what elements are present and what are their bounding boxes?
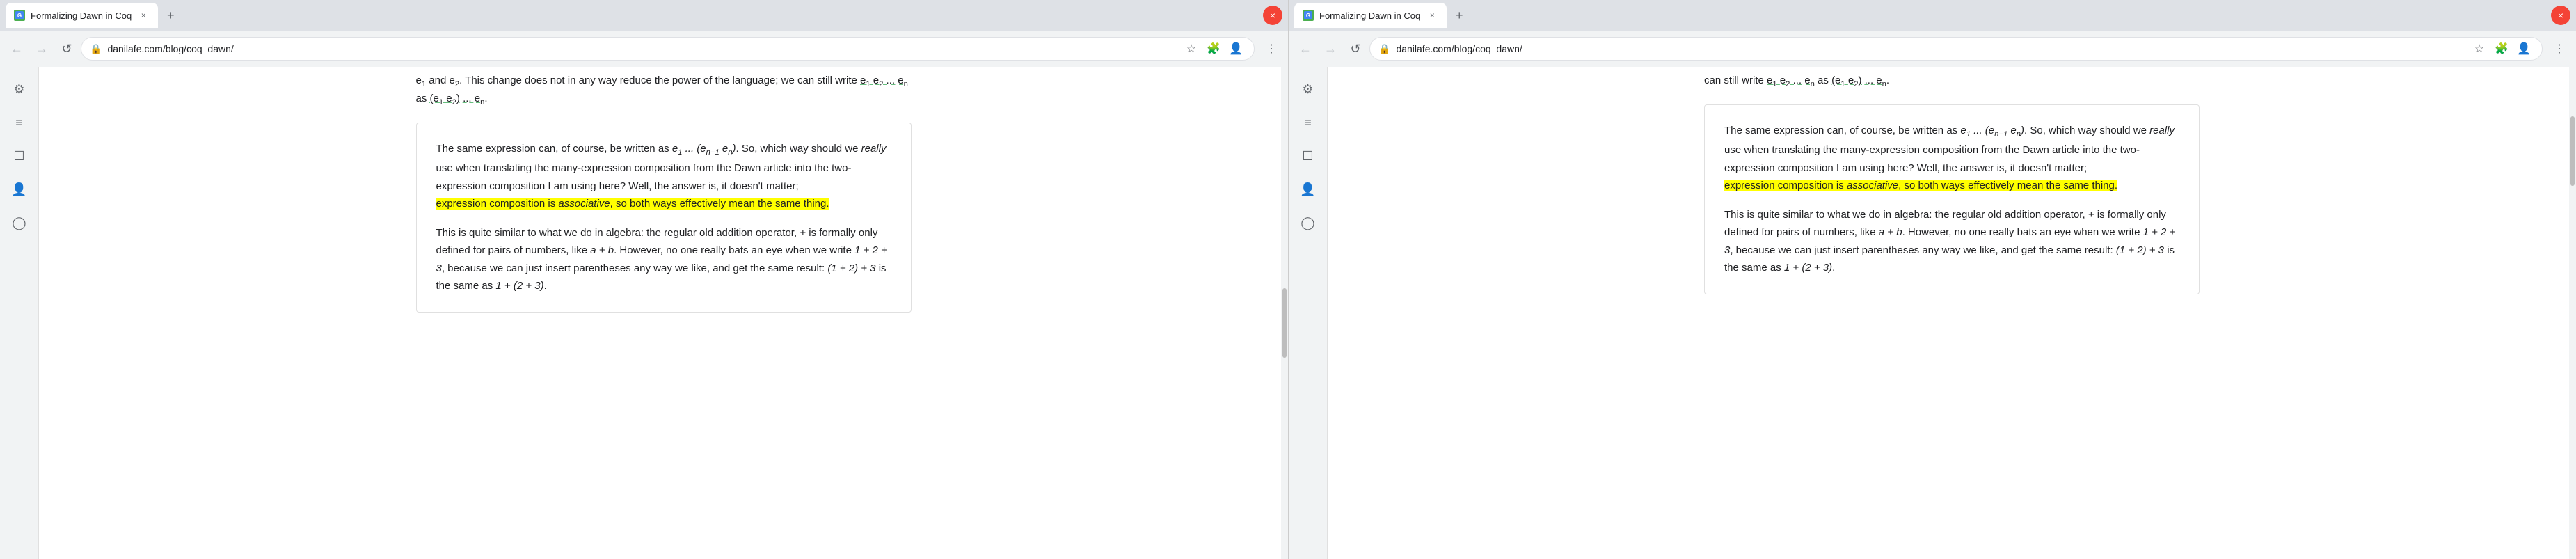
inline-math-e1e2-paren-2: (e1 e2) ... en [1831,74,1886,86]
scrollbar-track-2[interactable] [2569,67,2576,559]
content-area-2: ⚙ ≡ ☐ 👤 ◯ can still write e1 e2 ... en a… [1289,67,2576,559]
svg-text:G: G [1306,13,1310,19]
math-expr-1: e1 ... (en−1 en) [672,143,736,155]
browser-window-2: G Formalizing Dawn in Coq × + × ← → ↺ 🔒 … [1288,0,2576,559]
math-plus-1: + [800,227,806,239]
math-1plus2plus3-2: 1 + 2 + 3 [1724,226,2175,256]
sidebar-item-menu-2[interactable]: ≡ [1294,109,1322,136]
forward-button-1[interactable]: → [31,38,53,60]
scrollbar-track-1[interactable] [1281,67,1288,559]
url-actions-2: ☆ 🧩 👤 [2470,39,2534,58]
star-button-1[interactable]: ☆ [1182,39,1201,58]
url-bar-1[interactable]: 🔒 danilafe.com/blog/coq_dawn/ ☆ 🧩 👤 [81,37,1255,61]
menu-button-1[interactable]: ⋮ [1260,38,1282,60]
math-expr-2: e1 ... (en−1 en) [1960,125,2024,136]
top-text-1: e1 and e2. This change does not in any w… [416,67,912,114]
math-paren2-1: 1 + (2 + 3) [495,280,543,292]
math-aplusb-1: a + b [590,244,614,256]
svg-text:G: G [17,13,22,19]
content-box-2: The same expression can, of course, be w… [1704,104,2200,294]
star-button-2[interactable]: ☆ [2470,39,2489,58]
math-aplusb-2: a + b [1879,226,1902,238]
sidebar-item-other-1[interactable]: ◯ [6,209,33,237]
scrollbar-thumb-1[interactable] [1282,288,1287,358]
menu-button-2[interactable]: ⋮ [2548,38,2570,60]
paragraph-2-2: This is quite similar to what we do in a… [1724,206,2179,277]
sidebar-item-tabs-2[interactable]: ☐ [1294,142,1322,170]
sidebar-item-other-2[interactable]: ◯ [1294,209,1322,237]
profile-button-2[interactable]: 👤 [2514,39,2534,58]
tab-title-1: Formalizing Dawn in Coq [31,10,132,21]
browser-window-1: G Formalizing Dawn in Coq × + × ← → ↺ 🔒 … [0,0,1288,559]
math-paren2-2: 1 + (2 + 3) [1784,262,1832,274]
tab-2[interactable]: G Formalizing Dawn in Coq × [1294,3,1447,28]
tab-close-1[interactable]: × [137,9,150,22]
sidebar-1: ⚙ ≡ ☐ 👤 ◯ [0,67,39,559]
reload-button-1[interactable]: ↺ [56,38,78,60]
url-actions-1: ☆ 🧩 👤 [1182,39,1246,58]
title-bar-1: G Formalizing Dawn in Coq × + × [0,0,1288,31]
extensions-button-2[interactable]: 🧩 [2492,39,2511,58]
math-paren1-1: (1 + 2) + 3 [827,262,875,274]
back-button-1[interactable]: ← [6,38,28,60]
profile-button-1[interactable]: 👤 [1226,39,1246,58]
paragraph-2-1: This is quite similar to what we do in a… [436,224,891,295]
tab-favicon-1: G [14,10,25,21]
math-plus-2: + [2088,209,2094,221]
scrollbar-thumb-2[interactable] [2570,116,2575,186]
page-content-1[interactable]: e1 and e2. This change does not in any w… [39,67,1288,559]
sidebar-item-menu-1[interactable]: ≡ [6,109,33,136]
italic-really-2: really [2149,125,2175,136]
tab-close-2[interactable]: × [1426,9,1438,22]
tab-favicon-2: G [1303,10,1314,21]
lock-icon-2: 🔒 [1378,43,1390,55]
url-text-1: danilafe.com/blog/coq_dawn/ [107,43,1176,54]
paragraph-1-1: The same expression can, of course, be w… [436,140,891,213]
browser-actions-1: ⋮ [1260,38,1282,60]
window-controls-1: × [1263,6,1282,25]
paragraph-1-2: The same expression can, of course, be w… [1724,122,2179,195]
sidebar-2: ⚙ ≡ ☐ 👤 ◯ [1289,67,1328,559]
italic-really-1: really [861,143,887,155]
window-close-btn-2[interactable]: × [2551,6,2570,25]
forward-button-2[interactable]: → [1319,38,1342,60]
lock-icon-1: 🔒 [90,43,102,55]
highlighted-text-1: expression composition is associative, s… [436,198,829,210]
extensions-button-1[interactable]: 🧩 [1204,39,1223,58]
content-area-1: ⚙ ≡ ☐ 👤 ◯ e1 and e2. This change does no… [0,67,1288,559]
page-content-2[interactable]: can still write e1 e2 ... en as (e1 e2) … [1328,67,2576,559]
reload-button-2[interactable]: ↺ [1344,38,1367,60]
inline-math-e1e2-paren-1: (e1 e2) ... en [430,93,485,104]
math-1plus2plus3-1: 1 + 2 + 3 [436,244,887,274]
highlighted-text-2: expression composition is associative, s… [1724,180,2117,191]
tab-1[interactable]: G Formalizing Dawn in Coq × [6,3,158,28]
title-bar-2: G Formalizing Dawn in Coq × + × [1289,0,2576,31]
window-close-btn-1[interactable]: × [1263,6,1282,25]
browser-actions-2: ⋮ [2548,38,2570,60]
sidebar-item-settings-2[interactable]: ⚙ [1294,75,1322,103]
tab-title-2: Formalizing Dawn in Coq [1319,10,1420,21]
italic-associative-1: associative [558,198,610,210]
new-tab-button-2[interactable]: + [1449,6,1469,25]
italic-associative-2: associative [1847,180,1898,191]
top-text-2: can still write e1 e2 ... en as (e1 e2) … [1704,67,2200,96]
content-box-1: The same expression can, of course, be w… [416,123,912,313]
page-inner-2: can still write e1 e2 ... en as (e1 e2) … [1687,67,2216,294]
address-bar-1: ← → ↺ 🔒 danilafe.com/blog/coq_dawn/ ☆ 🧩 … [0,31,1288,67]
new-tab-button-1[interactable]: + [161,6,180,25]
sidebar-item-tabs-1[interactable]: ☐ [6,142,33,170]
sidebar-item-profile-1[interactable]: 👤 [6,175,33,203]
url-bar-2[interactable]: 🔒 danilafe.com/blog/coq_dawn/ ☆ 🧩 👤 [1369,37,2543,61]
inline-math-e1e2en-2: e1 e2 ... en [1767,74,1815,86]
back-button-2[interactable]: ← [1294,38,1317,60]
url-text-2: danilafe.com/blog/coq_dawn/ [1396,43,2464,54]
window-controls-2: × [2551,6,2570,25]
math-paren1-2: (1 + 2) + 3 [2116,244,2164,256]
page-inner-1: e1 and e2. This change does not in any w… [399,67,928,313]
inline-math-e1e2en-1: e1 e2 ... en [860,74,908,86]
sidebar-item-settings-1[interactable]: ⚙ [6,75,33,103]
sidebar-item-profile-2[interactable]: 👤 [1294,175,1322,203]
address-bar-2: ← → ↺ 🔒 danilafe.com/blog/coq_dawn/ ☆ 🧩 … [1289,31,2576,67]
